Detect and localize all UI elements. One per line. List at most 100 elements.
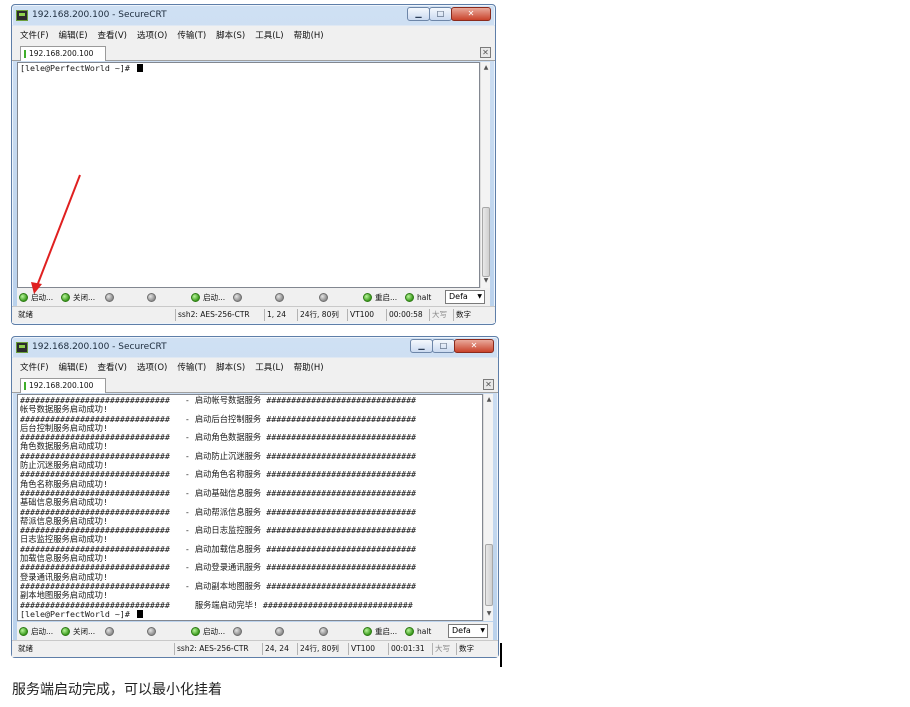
menu-file[interactable]: 文件(F)	[20, 361, 49, 373]
scroll-thumb[interactable]	[482, 207, 490, 277]
session-dropdown[interactable]: Defa	[445, 290, 485, 304]
menu-tools[interactable]: 工具(L)	[255, 361, 283, 373]
status-ready: 就绪	[18, 644, 33, 653]
status-bar: 就绪 ssh2: AES-256-CTR 1, 24 24行, 80列 VT10…	[12, 306, 495, 323]
scroll-up-icon[interactable]: ▲	[484, 395, 494, 405]
status-cipher: ssh2: AES-256-CTR	[175, 309, 252, 321]
minimize-button[interactable]: ▁	[410, 339, 433, 353]
status-terminal-type: VT100	[347, 309, 376, 321]
menu-view[interactable]: 查看(V)	[98, 361, 127, 373]
maximize-button[interactable]: □	[432, 339, 455, 353]
title-bar[interactable]: 192.168.200.100 - SecureCRT ▁ □ ✕	[12, 5, 495, 25]
menu-options[interactable]: 选项(O)	[137, 29, 167, 41]
scroll-down-icon[interactable]: ▼	[481, 276, 491, 286]
maximize-button[interactable]: □	[429, 7, 452, 21]
button-bar-command-button[interactable]: 启动...	[19, 625, 53, 637]
scroll-down-icon[interactable]: ▼	[484, 609, 494, 619]
tab-close-icon[interactable]: ✕	[483, 379, 494, 390]
button-bar-empty-slot[interactable]	[233, 625, 245, 637]
green-status-icon	[19, 292, 28, 302]
button-bar-empty-slot[interactable]	[147, 291, 159, 303]
button-bar-command-button[interactable]: 启动...	[191, 291, 225, 303]
button-bar-empty-slot[interactable]	[147, 625, 159, 637]
button-bar-command-button[interactable]: 启动...	[19, 291, 53, 303]
button-bar-command-button[interactable]: 关闭...	[61, 291, 95, 303]
session-dropdown[interactable]: Defa	[448, 624, 488, 638]
gray-status-icon	[233, 626, 242, 636]
green-status-icon	[405, 292, 414, 302]
minimize-button[interactable]: ▁	[407, 7, 430, 21]
status-terminal-size: 24行, 80列	[297, 643, 341, 655]
gray-status-icon	[105, 292, 114, 302]
session-tab[interactable]: 192.168.200.100	[20, 378, 106, 393]
gray-status-icon	[319, 292, 328, 302]
menu-bar: 文件(F) 编辑(E) 查看(V) 选项(O) 传输(T) 脚本(S) 工具(L…	[12, 25, 495, 44]
button-bar-command-button[interactable]: 启动...	[191, 625, 225, 637]
tab-bar: 192.168.200.100 ✕	[12, 44, 495, 61]
tab-close-icon[interactable]: ✕	[480, 47, 491, 58]
gray-status-icon	[105, 626, 114, 636]
close-button[interactable]: ✕	[451, 7, 491, 21]
status-num: 数字	[453, 309, 473, 321]
menu-script[interactable]: 脚本(S)	[216, 361, 245, 373]
menu-edit[interactable]: 编辑(E)	[59, 29, 88, 41]
gray-status-icon	[147, 292, 156, 302]
status-caps: 大写	[432, 643, 452, 655]
button-bar-empty-slot[interactable]	[275, 291, 287, 303]
title-bar[interactable]: 192.168.200.100 - SecureCRT ▁ □ ✕	[12, 337, 498, 357]
securecrt-app-icon	[16, 9, 28, 21]
terminal-scrollbar[interactable]: ▲ ▼	[483, 394, 493, 621]
button-bar-command-button[interactable]: 关闭...	[61, 625, 95, 637]
terminal-line: [lele@PerfectWorld ~]#	[20, 609, 480, 619]
status-num: 数字	[456, 643, 476, 655]
close-button[interactable]: ✕	[454, 339, 494, 353]
menu-file[interactable]: 文件(F)	[20, 29, 49, 41]
button-bar-command-button[interactable]: 重启...	[363, 625, 397, 637]
menu-help[interactable]: 帮助(H)	[294, 29, 324, 41]
gray-status-icon	[275, 292, 284, 302]
button-bar-empty-slot[interactable]	[275, 625, 287, 637]
green-status-icon	[19, 626, 28, 636]
green-status-icon	[405, 626, 414, 636]
menu-options[interactable]: 选项(O)	[137, 361, 167, 373]
green-status-icon	[363, 292, 372, 302]
menu-tools[interactable]: 工具(L)	[255, 29, 283, 41]
button-label: 启动...	[203, 626, 226, 636]
green-status-icon	[61, 292, 70, 302]
button-bar-halt-button[interactable]: halt	[405, 291, 431, 303]
menu-view[interactable]: 查看(V)	[98, 29, 127, 41]
window-title: 192.168.200.100 - SecureCRT	[32, 10, 167, 20]
window-title: 192.168.200.100 - SecureCRT	[32, 342, 167, 352]
terminal-cursor	[136, 64, 143, 72]
button-label: 重启...	[375, 292, 398, 302]
status-caps: 大写	[429, 309, 449, 321]
status-session-time: 00:00:58	[386, 309, 425, 321]
terminal-area[interactable]: [lele@PerfectWorld ~]#	[17, 62, 480, 288]
menu-script[interactable]: 脚本(S)	[216, 29, 245, 41]
green-status-icon	[191, 626, 200, 636]
status-cipher: ssh2: AES-256-CTR	[174, 643, 251, 655]
scroll-thumb[interactable]	[485, 544, 493, 606]
tab-bar: 192.168.200.100 ✕	[12, 376, 498, 393]
gray-status-icon	[233, 292, 242, 302]
button-bar-empty-slot[interactable]	[105, 625, 117, 637]
button-bar-halt-button[interactable]: halt	[405, 625, 431, 637]
gray-status-icon	[319, 626, 328, 636]
button-bar-empty-slot[interactable]	[233, 291, 245, 303]
button-bar-command-button[interactable]: 重启...	[363, 291, 397, 303]
menu-transfer[interactable]: 传输(T)	[177, 29, 206, 41]
menu-bar: 文件(F) 编辑(E) 查看(V) 选项(O) 传输(T) 脚本(S) 工具(L…	[12, 357, 498, 376]
securecrt-app-icon	[16, 341, 28, 353]
button-bar: 启动... 关闭... 启动... 重启... halt	[17, 622, 493, 640]
session-tab[interactable]: 192.168.200.100	[20, 46, 106, 61]
terminal-area[interactable]: ############################## - 启动帐号数据服…	[17, 394, 483, 621]
button-label: 重启...	[375, 626, 398, 636]
button-bar-empty-slot[interactable]	[105, 291, 117, 303]
menu-edit[interactable]: 编辑(E)	[59, 361, 88, 373]
terminal-scrollbar[interactable]: ▲ ▼	[480, 62, 490, 288]
menu-transfer[interactable]: 传输(T)	[177, 361, 206, 373]
button-bar-empty-slot[interactable]	[319, 291, 331, 303]
menu-help[interactable]: 帮助(H)	[294, 361, 324, 373]
button-bar-empty-slot[interactable]	[319, 625, 331, 637]
scroll-up-icon[interactable]: ▲	[481, 63, 491, 73]
